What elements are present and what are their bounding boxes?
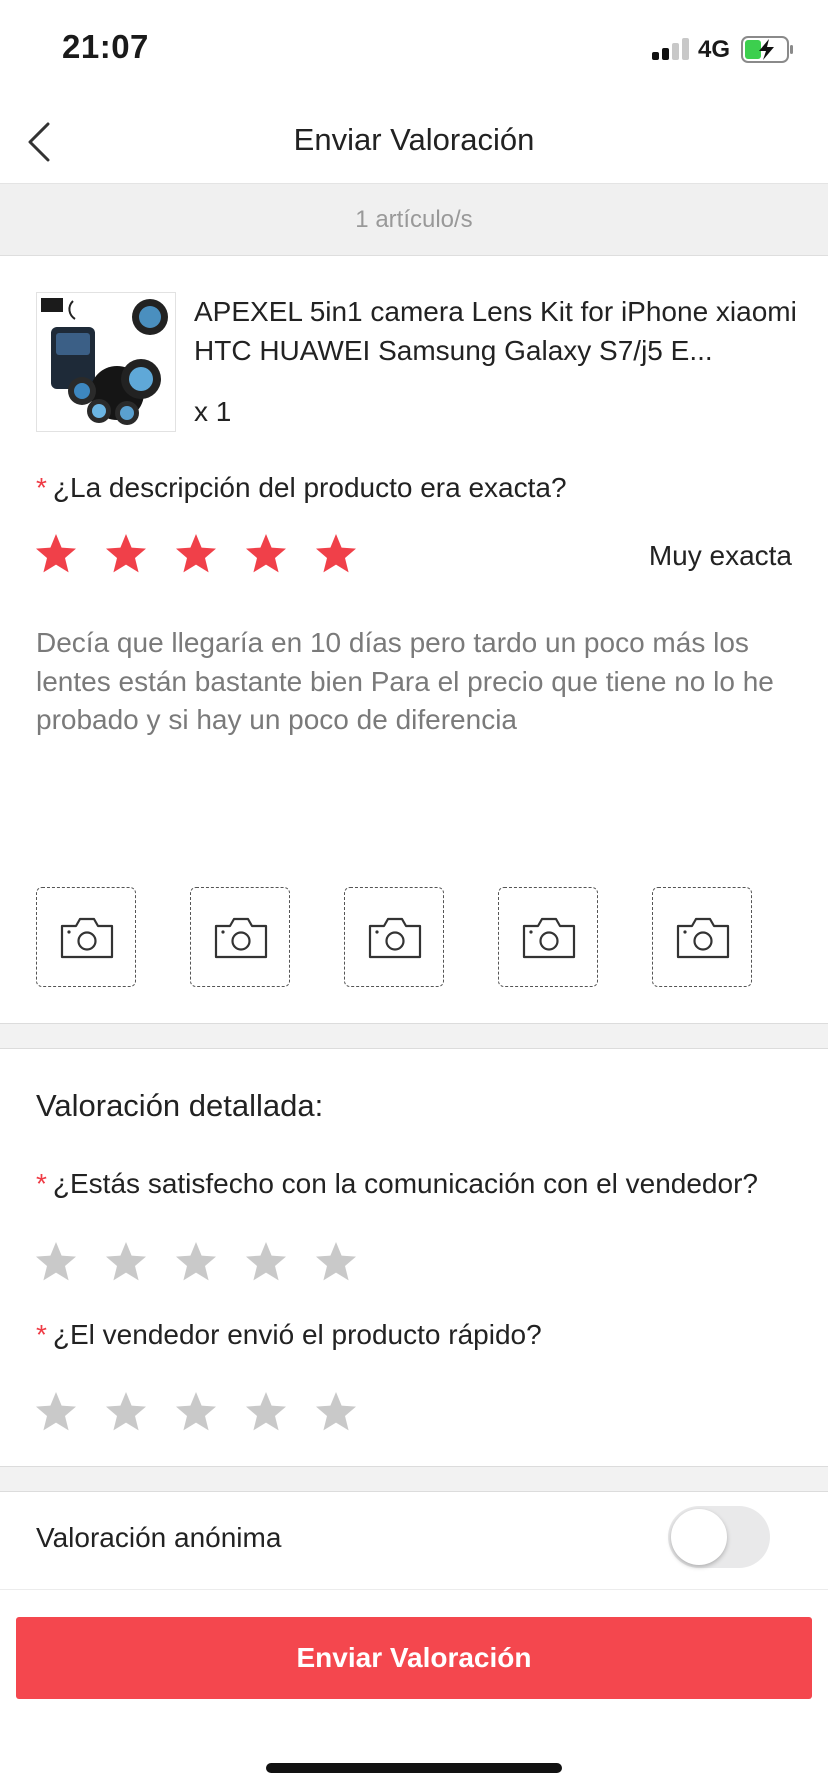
toggle-knob	[671, 1509, 727, 1565]
required-mark: *	[36, 1168, 47, 1199]
camera-icon	[368, 917, 422, 959]
submit-review-button[interactable]: Enviar Valoración	[16, 1617, 812, 1699]
section-divider	[0, 1466, 828, 1492]
anonymous-review-label: Valoración anónima	[36, 1522, 282, 1553]
home-indicator	[266, 1763, 562, 1773]
product-image	[36, 292, 176, 432]
anonymous-review-row: Valoración anónima	[0, 1492, 828, 1590]
items-count: 1 artículo/s	[0, 184, 828, 256]
detailed-rating-title: Valoración detallada:	[36, 1088, 324, 1123]
star-icon[interactable]	[244, 1240, 288, 1284]
navigation-bar: Enviar Valoración	[0, 100, 828, 184]
description-question-text: ¿La descripción del producto era exacta?	[52, 472, 567, 503]
star-icon[interactable]	[244, 532, 288, 576]
rating-label: Muy exacta	[648, 540, 792, 571]
star-icon[interactable]	[174, 1240, 218, 1284]
shipping-speed-rating	[34, 1390, 374, 1436]
star-icon[interactable]	[314, 1240, 358, 1284]
camera-icon	[522, 917, 576, 959]
seller-communication-rating	[34, 1240, 374, 1286]
camera-icon	[214, 917, 268, 959]
section-divider	[0, 1023, 828, 1049]
camera-icon	[60, 917, 114, 959]
star-icon[interactable]	[34, 1390, 78, 1434]
shipping-speed-question-text: ¿El vendedor envió el producto rápido?	[52, 1319, 542, 1350]
page-title: Enviar Valoración	[293, 122, 535, 157]
description-rating	[34, 532, 374, 578]
required-mark: *	[36, 472, 47, 503]
star-icon[interactable]	[314, 1390, 358, 1434]
star-icon[interactable]	[104, 1390, 148, 1434]
star-icon[interactable]	[104, 1240, 148, 1284]
anonymous-review-toggle[interactable]	[668, 1506, 770, 1568]
battery-charging-icon	[741, 36, 793, 63]
camera-lens-kit-product-image	[37, 293, 175, 431]
shipping-speed-question: * ¿El vendedor envió el producto rápido?	[36, 1319, 542, 1351]
star-icon[interactable]	[34, 532, 78, 576]
seller-communication-question: * ¿Estás satisfecho con la comunicación c…	[36, 1168, 758, 1200]
required-mark: *	[36, 1319, 47, 1350]
camera-icon	[676, 917, 730, 959]
seller-communication-question-text: ¿Estás satisfecho con la comunicación co…	[52, 1168, 758, 1199]
star-icon[interactable]	[244, 1390, 288, 1434]
review-text-input[interactable]: Decía que llegaría en 10 días pero tardo…	[36, 624, 776, 740]
description-question: * ¿La descripción del producto era exacta…	[36, 472, 567, 504]
photo-upload-slot[interactable]	[498, 887, 598, 987]
star-icon[interactable]	[34, 1240, 78, 1284]
photo-upload-slot[interactable]	[36, 887, 136, 987]
network-type: 4G	[698, 36, 731, 63]
signal-strength-icon	[652, 38, 692, 60]
star-icon[interactable]	[314, 532, 358, 576]
submit-review-screen: 21:07 4G Enviar Valoración 1 artículo/s	[0, 0, 828, 1792]
photo-upload-slot[interactable]	[344, 887, 444, 987]
star-icon[interactable]	[104, 532, 148, 576]
photo-upload-slot[interactable]	[190, 887, 290, 987]
status-bar: 21:07 4G	[0, 0, 828, 100]
status-time: 21:07	[62, 28, 149, 65]
photo-upload-slot[interactable]	[652, 887, 752, 987]
star-icon[interactable]	[174, 532, 218, 576]
product-quantity: x 1	[194, 396, 232, 427]
product-title[interactable]: APEXEL 5in1 camera Lens Kit for iPhone x…	[194, 292, 804, 370]
star-icon[interactable]	[174, 1390, 218, 1434]
